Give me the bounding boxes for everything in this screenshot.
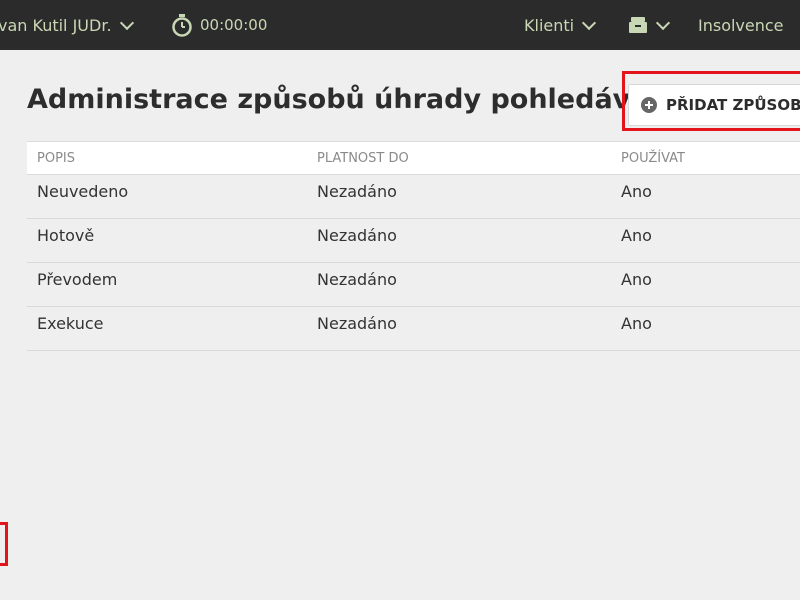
top-navigation-bar: van Kutil JUDr. 00:00:00 Klienti Insolve… — [0, 0, 800, 50]
page-title: Administrace způsobů úhrady pohledávek — [27, 84, 667, 115]
insolvence-label: Insolvence — [698, 15, 784, 35]
stopwatch-icon — [172, 14, 192, 37]
user-name: van Kutil JUDr. — [0, 15, 112, 35]
clients-label: Klienti — [524, 15, 575, 35]
cell-pouzivat: Ano — [621, 270, 652, 289]
table-row[interactable]: Hotově Nezadáno Ano — [27, 219, 800, 263]
column-header-platnost-do[interactable]: PLATNOST DO — [317, 142, 409, 176]
archive-menu[interactable] — [628, 0, 671, 50]
cell-platnost-do: Nezadáno — [317, 226, 397, 245]
chevron-down-icon — [119, 15, 134, 30]
table-row[interactable]: Převodem Nezadáno Ano — [27, 263, 800, 307]
payment-methods-table: POPIS PLATNOST DO POUŽÍVAT Neuvedeno Nez… — [27, 141, 800, 351]
cell-platnost-do: Nezadáno — [317, 270, 397, 289]
table-row[interactable]: Neuvedeno Nezadáno Ano — [27, 175, 800, 219]
timer-value: 00:00:00 — [200, 16, 268, 34]
cell-pouzivat: Ano — [621, 182, 652, 201]
cell-platnost-do: Nezadáno — [317, 314, 397, 333]
cell-popis: Hotově — [37, 226, 95, 245]
archive-box-icon — [629, 17, 647, 33]
user-menu[interactable]: van Kutil JUDr. — [0, 0, 134, 50]
cell-pouzivat: Ano — [621, 226, 652, 245]
insolvence-menu[interactable]: Insolvence — [698, 0, 784, 50]
table-row[interactable]: Exekuce Nezadáno Ano — [27, 307, 800, 351]
cell-popis: Neuvedeno — [37, 182, 129, 201]
table-header: POPIS PLATNOST DO POUŽÍVAT — [27, 141, 800, 175]
cell-platnost-do: Nezadáno — [317, 182, 397, 201]
clients-menu[interactable]: Klienti — [524, 0, 597, 50]
cell-pouzivat: Ano — [621, 314, 652, 333]
cell-popis: Převodem — [37, 270, 118, 289]
chevron-down-icon — [582, 15, 597, 30]
chevron-down-icon — [655, 15, 671, 30]
highlight-frame — [622, 71, 800, 131]
cell-popis: Exekuce — [37, 314, 104, 333]
timer[interactable]: 00:00:00 — [171, 0, 267, 50]
column-header-pouzivat[interactable]: POUŽÍVAT — [621, 142, 685, 176]
column-header-popis[interactable]: POPIS — [37, 142, 75, 176]
highlight-frame — [0, 522, 8, 566]
